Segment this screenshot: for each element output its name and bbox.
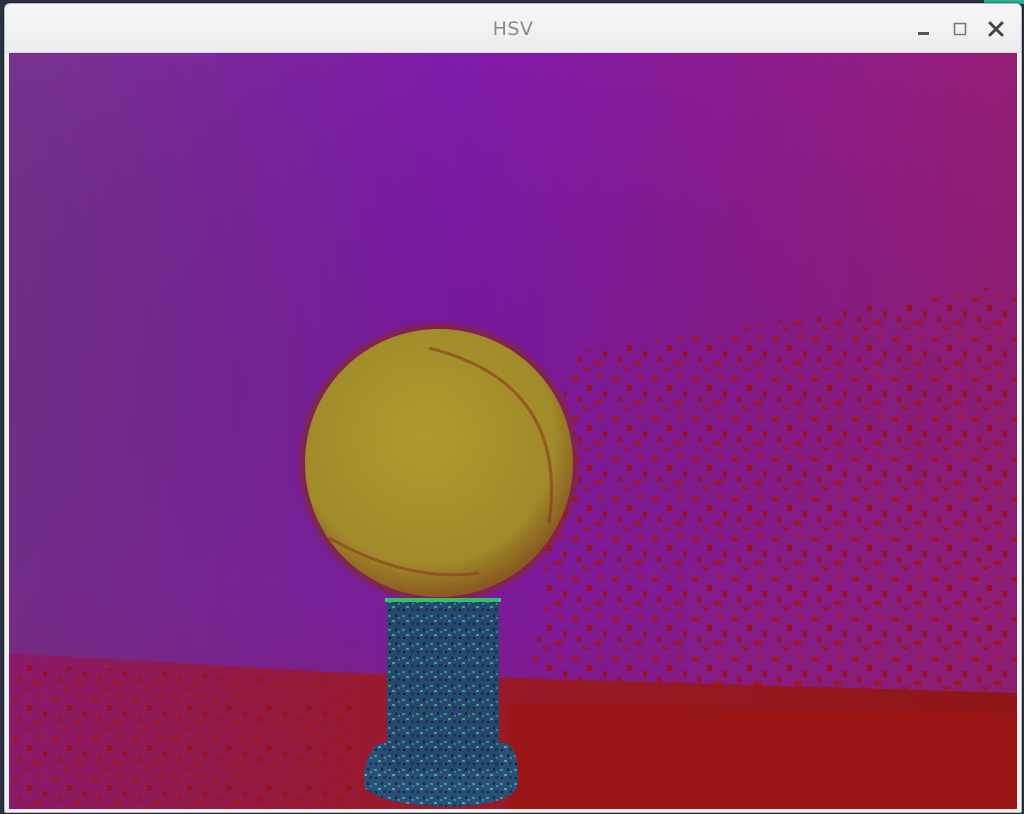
window-title: HSV — [492, 18, 534, 40]
title-bar[interactable]: HSV — [5, 4, 1021, 53]
close-icon — [988, 21, 1004, 37]
maximize-button[interactable] — [949, 18, 971, 40]
window-controls — [913, 18, 1007, 40]
minimize-icon — [918, 32, 929, 35]
hsv-image — [9, 53, 1017, 809]
hsv-window: HSV — [4, 3, 1022, 813]
hsv-image-view — [9, 53, 1017, 809]
minimize-button[interactable] — [913, 18, 935, 40]
close-button[interactable] — [985, 18, 1007, 40]
maximize-icon — [953, 22, 967, 36]
